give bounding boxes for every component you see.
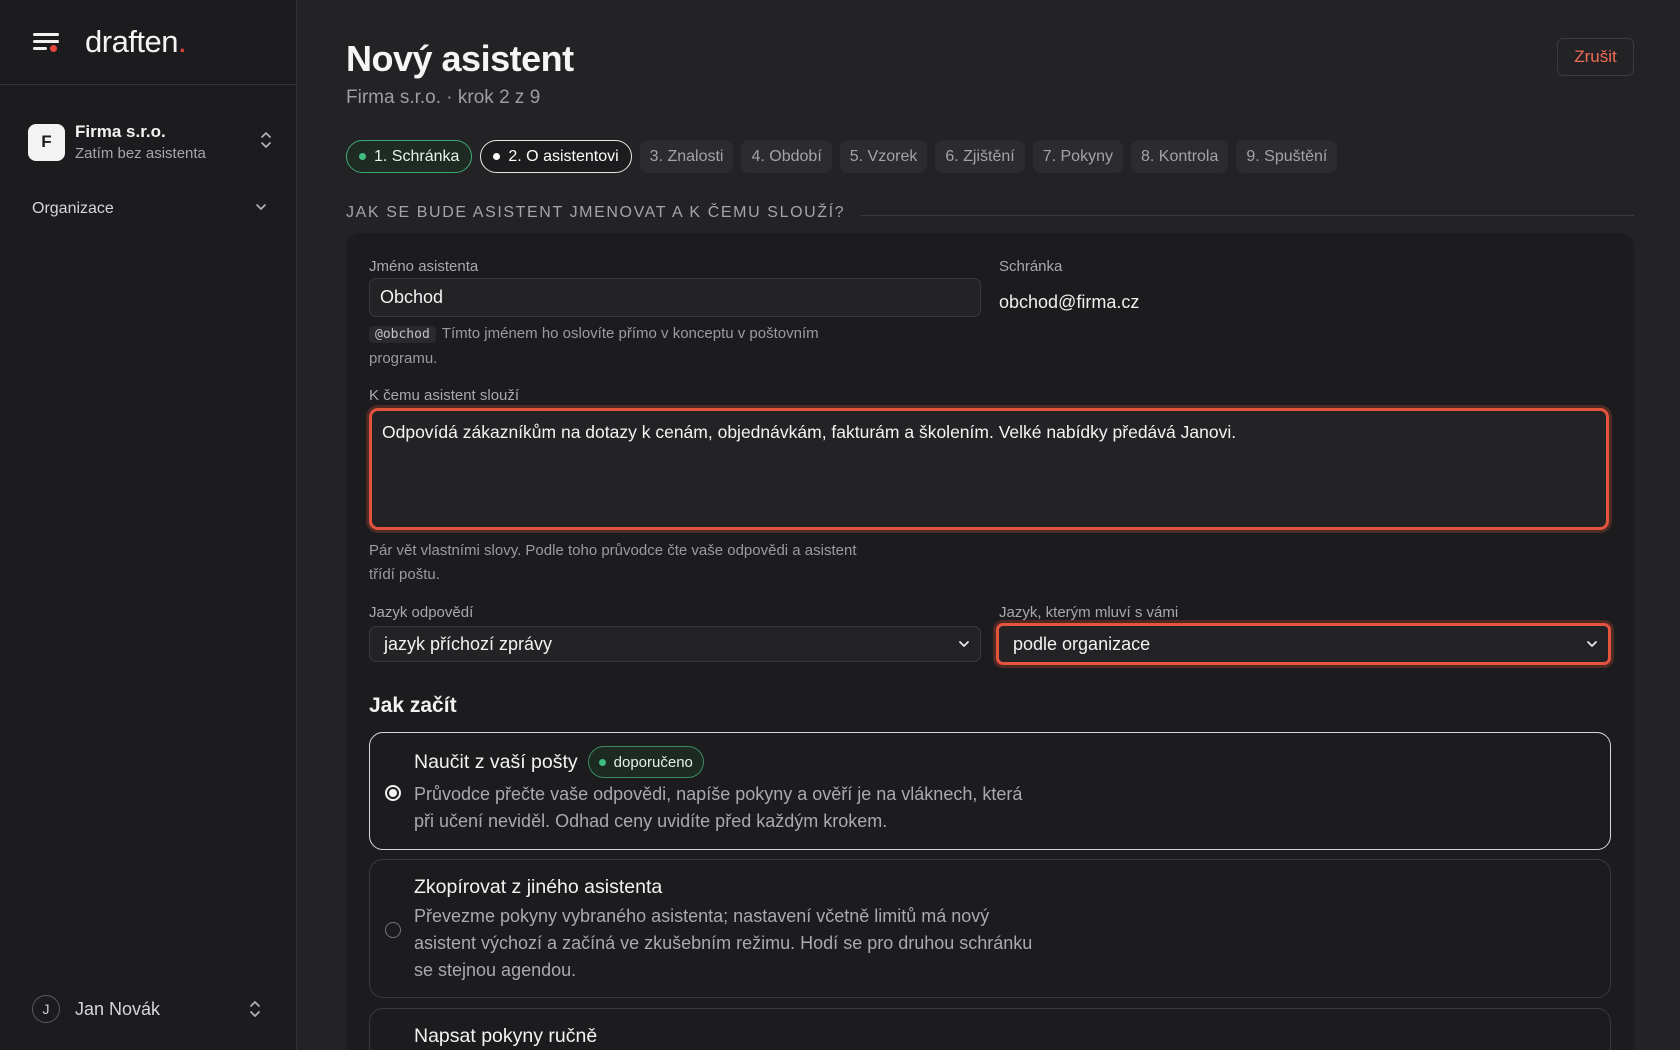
step-zjisteni[interactable]: 6. Zjištění xyxy=(935,140,1025,173)
select-value: podle organizace xyxy=(1013,633,1151,654)
status-dot-icon xyxy=(493,153,501,160)
start-heading: Jak začít xyxy=(369,694,457,717)
logo[interactable]: draften. xyxy=(85,24,187,60)
chevron-down-icon xyxy=(959,641,969,647)
org-name: Firma s.r.o. xyxy=(75,122,166,141)
step-pokyny[interactable]: 7. Pokyny xyxy=(1032,140,1123,173)
purpose-label: K čemu asistent slouží xyxy=(369,387,520,404)
reply-language-select[interactable]: jazyk příchozí zprávy xyxy=(369,626,981,662)
name-hint: @obchod Tímto jménem ho oslovíte přímo v … xyxy=(369,325,819,367)
divider xyxy=(861,214,1634,216)
option-description: Převezme pokyny vybraného asistenta; nas… xyxy=(414,906,1033,980)
avatar: J xyxy=(32,995,60,1023)
sidebar: draften. F Firma s.r.o. Zatím bez asiste… xyxy=(0,0,297,1050)
user-menu[interactable]: J Jan Novák xyxy=(32,994,267,1024)
select-value: jazyk příchozí zprávy xyxy=(384,633,553,654)
option-copy-from-assistant[interactable]: Zkopírovat z jiného asistenta Převezme p… xyxy=(369,859,1611,998)
ui-language-select[interactable]: podle organizace xyxy=(996,623,1611,665)
step-znalosti[interactable]: 3. Znalosti xyxy=(639,140,734,173)
option-description: Průvodce přečte vaše odpovědi, napíše po… xyxy=(414,784,1023,831)
ui-language-label: Jazyk, kterým mluví s vámi xyxy=(999,604,1179,621)
purpose-hint: Pár vět vlastními slovy. Podle toho prův… xyxy=(369,542,857,583)
section-header: JAK SE BUDE ASISTENT JMENOVAT A K ČEMU S… xyxy=(346,204,1634,222)
org-status: Zatím bez asistenta xyxy=(75,145,206,162)
org-switcher[interactable]: F Firma s.r.o. Zatím bez asistenta xyxy=(28,117,273,167)
option-write-manually[interactable]: Napsat pokyny ručně xyxy=(369,1008,1611,1050)
page-subtitle: Firma s.r.o. · krok 2 z 9 xyxy=(346,87,541,108)
recommended-badge: doporučeno xyxy=(587,746,704,778)
reply-language-label: Jazyk odpovědí xyxy=(369,604,474,621)
option-title: Napsat pokyny ručně xyxy=(414,1025,598,1047)
menu-icon[interactable] xyxy=(33,30,61,54)
chevron-up-down-icon xyxy=(259,128,273,152)
page-title: Nový asistent xyxy=(346,38,574,79)
purpose-textarea[interactable]: Odpovídá zákazníkům na dotazy k cenám, o… xyxy=(369,408,1609,530)
step-obdobi[interactable]: 4. Období xyxy=(741,140,832,173)
cancel-button[interactable]: Zrušit xyxy=(1557,38,1634,76)
mailbox-label: Schránka xyxy=(999,258,1063,275)
org-avatar: F xyxy=(28,123,65,161)
name-label: Jméno asistenta xyxy=(369,258,479,275)
status-dot-icon xyxy=(359,153,366,160)
section-label: JAK SE BUDE ASISTENT JMENOVAT A K ČEMU S… xyxy=(346,204,846,221)
mailbox-value: obchod@firma.cz xyxy=(999,292,1140,312)
option-title: Zkopírovat z jiného asistenta xyxy=(414,876,663,898)
radio-selected[interactable] xyxy=(385,785,401,801)
form-card: Jméno asistenta Schránka obchod@firma.cz… xyxy=(346,233,1634,1050)
sidebar-item-label: Organizace xyxy=(32,200,114,217)
status-dot-icon xyxy=(598,758,606,766)
step-spusteni[interactable]: 9. Spuštění xyxy=(1236,140,1338,173)
option-title: Naučit z vaší pošty doporučeno xyxy=(414,746,704,778)
radio-unselected[interactable] xyxy=(385,922,401,938)
wizard-steps: 1. Schránka 2. O asistentovi 3. Znalosti… xyxy=(346,140,1338,173)
step-vzorek[interactable]: 5. Vzorek xyxy=(839,140,928,173)
chevron-up-down-icon xyxy=(248,997,262,1021)
step-kontrola[interactable]: 8. Kontrola xyxy=(1130,140,1229,173)
name-input[interactable] xyxy=(369,278,981,317)
sidebar-item-organizace[interactable]: Organizace xyxy=(32,200,267,218)
sidebar-header: draften. xyxy=(0,0,296,85)
chevron-down-icon xyxy=(1587,641,1597,647)
option-learn-from-mail[interactable]: Naučit z vaší pošty doporučeno Průvodce … xyxy=(369,732,1611,850)
main-content: Nový asistent Firma s.r.o. · krok 2 z 9 … xyxy=(346,0,1634,1050)
user-name: Jan Novák xyxy=(75,998,161,1019)
step-o-asistentovi[interactable]: 2. O asistentovi xyxy=(480,140,632,173)
chevron-down-icon xyxy=(255,200,267,218)
mention-tag: @obchod xyxy=(369,326,436,343)
step-schranka[interactable]: 1. Schránka xyxy=(346,140,473,173)
